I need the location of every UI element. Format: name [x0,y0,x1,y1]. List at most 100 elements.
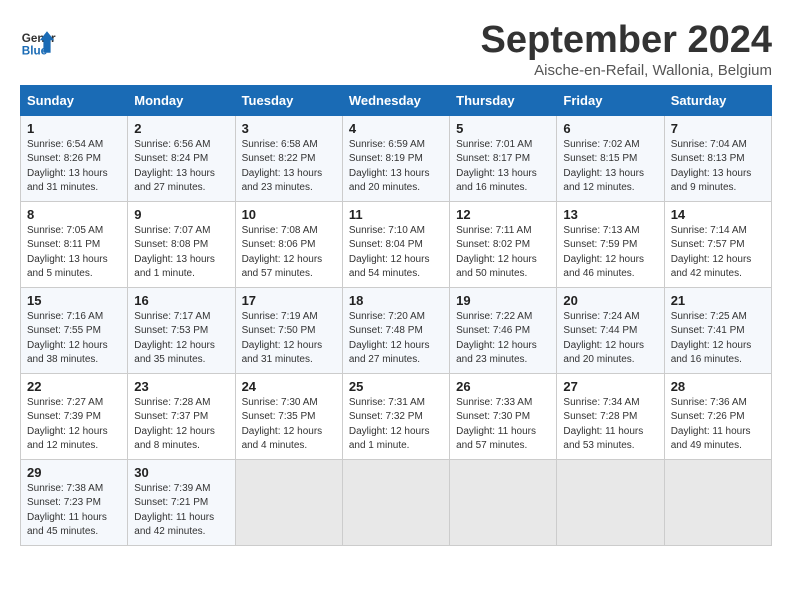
day-info: Sunrise: 7:08 AM Sunset: 8:06 PM Dayligh… [242,224,336,282]
day-info: Sunrise: 7:31 AM Sunset: 7:32 PM Dayligh… [349,396,443,454]
col-header-friday: Friday [557,85,664,115]
calendar-cell: 5 Sunrise: 7:01 AM Sunset: 8:17 PM Daylig… [450,115,557,201]
calendar-week-4: 22 Sunrise: 7:27 AM Sunset: 7:39 PM Dayli… [21,373,772,459]
day-info: Sunrise: 7:16 AM Sunset: 7:55 PM Dayligh… [27,310,121,368]
calendar-week-3: 15 Sunrise: 7:16 AM Sunset: 7:55 PM Dayli… [21,287,772,373]
day-info: Sunrise: 7:14 AM Sunset: 7:57 PM Dayligh… [671,224,765,282]
day-number: 1 [27,121,121,136]
calendar-cell: 6 Sunrise: 7:02 AM Sunset: 8:15 PM Daylig… [557,115,664,201]
calendar-cell: 9 Sunrise: 7:07 AM Sunset: 8:08 PM Daylig… [128,201,235,287]
day-info: Sunrise: 7:10 AM Sunset: 8:04 PM Dayligh… [349,224,443,282]
day-info: Sunrise: 7:11 AM Sunset: 8:02 PM Dayligh… [456,224,550,282]
day-number: 19 [456,293,550,308]
calendar-table: SundayMondayTuesdayWednesdayThursdayFrid… [20,85,772,546]
calendar-cell: 29 Sunrise: 7:38 AM Sunset: 7:23 PM Dayli… [21,459,128,545]
day-info: Sunrise: 7:30 AM Sunset: 7:35 PM Dayligh… [242,396,336,454]
page-header: General Blue September 2024 Aische-en-Re… [20,20,772,79]
calendar-cell [342,459,449,545]
calendar-week-5: 29 Sunrise: 7:38 AM Sunset: 7:23 PM Dayli… [21,459,772,545]
calendar-cell: 12 Sunrise: 7:11 AM Sunset: 8:02 PM Dayli… [450,201,557,287]
day-info: Sunrise: 7:28 AM Sunset: 7:37 PM Dayligh… [134,396,228,454]
day-number: 30 [134,465,228,480]
calendar-cell: 20Sunrise: 7:24 AM Sunset: 7:44 PM Dayli… [557,287,664,373]
day-number: 6 [563,121,657,136]
location-subtitle: Aische-en-Refail, Wallonia, Belgium [481,62,773,79]
calendar-cell: 22 Sunrise: 7:27 AM Sunset: 7:39 PM Dayli… [21,373,128,459]
calendar-cell: 27 Sunrise: 7:34 AM Sunset: 7:28 PM Dayli… [557,373,664,459]
day-number: 26 [456,379,550,394]
calendar-cell: 7 Sunrise: 7:04 AM Sunset: 8:13 PM Daylig… [664,115,771,201]
col-header-wednesday: Wednesday [342,85,449,115]
col-header-tuesday: Tuesday [235,85,342,115]
calendar-cell: 4Sunrise: 6:59 AM Sunset: 8:19 PM Daylig… [342,115,449,201]
day-number: 24 [242,379,336,394]
col-header-monday: Monday [128,85,235,115]
day-info: Sunrise: 7:38 AM Sunset: 7:23 PM Dayligh… [27,482,121,540]
calendar-cell: 3 Sunrise: 6:58 AM Sunset: 8:22 PM Daylig… [235,115,342,201]
day-number: 22 [27,379,121,394]
calendar-week-1: 1 Sunrise: 6:54 AM Sunset: 8:26 PM Daylig… [21,115,772,201]
logo: General Blue [20,24,56,60]
day-number: 3 [242,121,336,136]
month-title: September 2024 [481,20,773,62]
calendar-cell: 19 Sunrise: 7:22 AM Sunset: 7:46 PM Dayli… [450,287,557,373]
day-number: 29 [27,465,121,480]
day-number: 16 [134,293,228,308]
day-info: Sunrise: 7:39 AM Sunset: 7:21 PM Dayligh… [134,482,228,540]
day-number: 20 [563,293,657,308]
day-number: 18 [349,293,443,308]
calendar-cell [450,459,557,545]
col-header-saturday: Saturday [664,85,771,115]
day-info: Sunrise: 7:02 AM Sunset: 8:15 PM Dayligh… [563,138,657,196]
calendar-cell: 16 Sunrise: 7:17 AM Sunset: 7:53 PM Dayli… [128,287,235,373]
day-number: 7 [671,121,765,136]
calendar-cell: 11 Sunrise: 7:10 AM Sunset: 8:04 PM Dayli… [342,201,449,287]
day-info: Sunrise: 6:59 AM Sunset: 8:19 PM Dayligh… [349,138,443,196]
day-info: Sunrise: 6:58 AM Sunset: 8:22 PM Dayligh… [242,138,336,196]
calendar-cell: 15 Sunrise: 7:16 AM Sunset: 7:55 PM Dayli… [21,287,128,373]
day-info: Sunrise: 7:36 AM Sunset: 7:26 PM Dayligh… [671,396,765,454]
day-info: Sunrise: 7:17 AM Sunset: 7:53 PM Dayligh… [134,310,228,368]
day-info: Sunrise: 7:25 AM Sunset: 7:41 PM Dayligh… [671,310,765,368]
day-info: Sunrise: 7:13 AM Sunset: 7:59 PM Dayligh… [563,224,657,282]
calendar-cell: 25 Sunrise: 7:31 AM Sunset: 7:32 PM Dayli… [342,373,449,459]
day-info: Sunrise: 7:04 AM Sunset: 8:13 PM Dayligh… [671,138,765,196]
calendar-cell: 24 Sunrise: 7:30 AM Sunset: 7:35 PM Dayli… [235,373,342,459]
calendar-cell: 30 Sunrise: 7:39 AM Sunset: 7:21 PM Dayli… [128,459,235,545]
calendar-cell: 18 Sunrise: 7:20 AM Sunset: 7:48 PM Dayli… [342,287,449,373]
calendar-cell: 17 Sunrise: 7:19 AM Sunset: 7:50 PM Dayli… [235,287,342,373]
calendar-week-2: 8Sunrise: 7:05 AM Sunset: 8:11 PM Daylig… [21,201,772,287]
day-info: Sunrise: 7:20 AM Sunset: 7:48 PM Dayligh… [349,310,443,368]
day-info: Sunrise: 7:34 AM Sunset: 7:28 PM Dayligh… [563,396,657,454]
day-number: 15 [27,293,121,308]
day-number: 14 [671,207,765,222]
day-number: 5 [456,121,550,136]
day-info: Sunrise: 6:56 AM Sunset: 8:24 PM Dayligh… [134,138,228,196]
day-number: 9 [134,207,228,222]
calendar-cell: 28 Sunrise: 7:36 AM Sunset: 7:26 PM Dayli… [664,373,771,459]
calendar-cell: 21Sunrise: 7:25 AM Sunset: 7:41 PM Dayli… [664,287,771,373]
calendar-cell [557,459,664,545]
col-header-thursday: Thursday [450,85,557,115]
day-number: 23 [134,379,228,394]
day-number: 25 [349,379,443,394]
calendar-cell: 26 Sunrise: 7:33 AM Sunset: 7:30 PM Dayli… [450,373,557,459]
calendar-cell: 23 Sunrise: 7:28 AM Sunset: 7:37 PM Dayli… [128,373,235,459]
day-info: Sunrise: 7:22 AM Sunset: 7:46 PM Dayligh… [456,310,550,368]
calendar-cell: 8Sunrise: 7:05 AM Sunset: 8:11 PM Daylig… [21,201,128,287]
day-info: Sunrise: 7:27 AM Sunset: 7:39 PM Dayligh… [27,396,121,454]
day-number: 12 [456,207,550,222]
day-info: Sunrise: 6:54 AM Sunset: 8:26 PM Dayligh… [27,138,121,196]
day-info: Sunrise: 7:33 AM Sunset: 7:30 PM Dayligh… [456,396,550,454]
day-number: 11 [349,207,443,222]
day-info: Sunrise: 7:19 AM Sunset: 7:50 PM Dayligh… [242,310,336,368]
day-number: 27 [563,379,657,394]
day-info: Sunrise: 7:07 AM Sunset: 8:08 PM Dayligh… [134,224,228,282]
day-number: 2 [134,121,228,136]
col-header-sunday: Sunday [21,85,128,115]
day-number: 13 [563,207,657,222]
day-number: 28 [671,379,765,394]
calendar-cell: 1 Sunrise: 6:54 AM Sunset: 8:26 PM Daylig… [21,115,128,201]
day-number: 17 [242,293,336,308]
day-info: Sunrise: 7:01 AM Sunset: 8:17 PM Dayligh… [456,138,550,196]
